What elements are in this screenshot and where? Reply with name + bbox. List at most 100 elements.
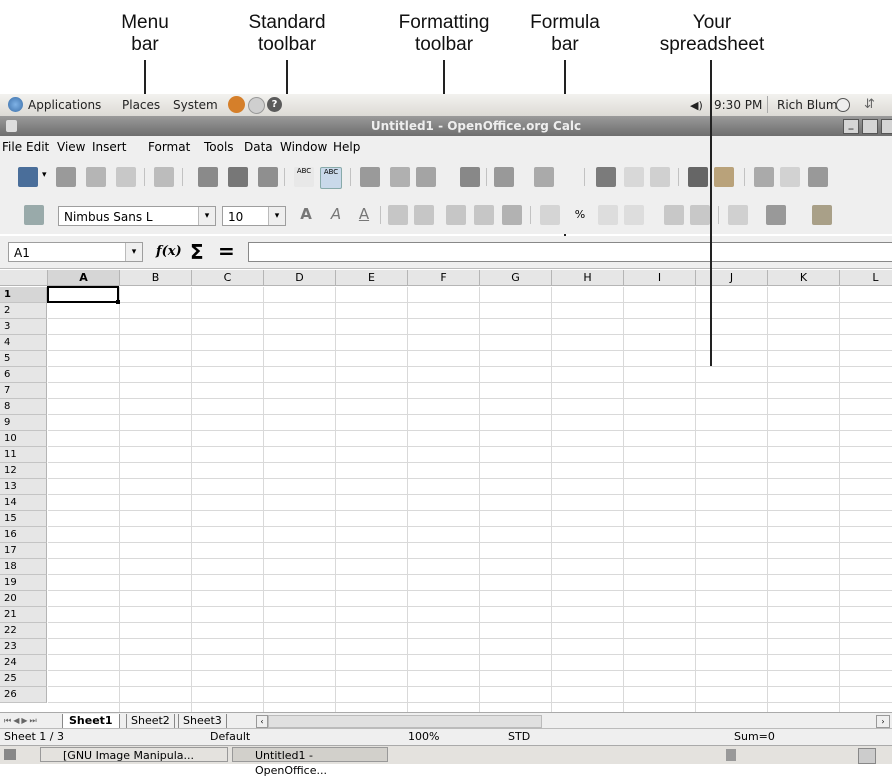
menu-insert[interactable]: Insert xyxy=(92,140,126,154)
email-document-icon[interactable] xyxy=(116,167,136,187)
percent-format-icon[interactable]: % xyxy=(570,205,590,225)
spellcheck-icon[interactable]: ABC xyxy=(294,167,314,187)
delete-decimal-icon[interactable] xyxy=(624,205,644,225)
formula-input[interactable] xyxy=(248,242,892,262)
minimize-icon[interactable]: _ xyxy=(843,119,859,134)
undo-icon[interactable] xyxy=(494,167,514,187)
column-header-d[interactable]: D xyxy=(264,270,336,286)
menu-file[interactable]: File xyxy=(2,140,22,154)
column-header-b[interactable]: B xyxy=(120,270,192,286)
maximize-icon[interactable] xyxy=(862,119,878,134)
print-preview-icon[interactable] xyxy=(258,167,278,187)
row-header-19[interactable]: 19 xyxy=(0,575,47,591)
menu-tools[interactable]: Tools xyxy=(204,140,234,154)
copy-icon[interactable] xyxy=(390,167,410,187)
row-header-20[interactable]: 20 xyxy=(0,591,47,607)
align-center-icon[interactable] xyxy=(414,205,434,225)
row-header-24[interactable]: 24 xyxy=(0,655,47,671)
row-header-15[interactable]: 15 xyxy=(0,511,47,527)
row-header-23[interactable]: 23 xyxy=(0,639,47,655)
row-header-11[interactable]: 11 xyxy=(0,447,47,463)
column-header-c[interactable]: C xyxy=(192,270,264,286)
redo-icon[interactable] xyxy=(534,167,554,187)
column-header-h[interactable]: H xyxy=(552,270,624,286)
navigator-icon[interactable] xyxy=(780,167,800,187)
row-header-4[interactable]: 4 xyxy=(0,335,47,351)
web-browser-icon[interactable] xyxy=(228,96,245,113)
scroll-left-icon[interactable]: ‹ xyxy=(256,715,268,728)
panel-places-menu[interactable]: Places xyxy=(122,98,160,112)
justify-icon[interactable] xyxy=(474,205,494,225)
scroll-right-icon[interactable]: › xyxy=(876,715,890,728)
row-header-25[interactable]: 25 xyxy=(0,671,47,687)
align-right-icon[interactable] xyxy=(446,205,466,225)
row-header-9[interactable]: 9 xyxy=(0,415,47,431)
tab-sheet2[interactable]: Sheet2 xyxy=(126,714,175,729)
row-header-22[interactable]: 22 xyxy=(0,623,47,639)
row-header-18[interactable]: 18 xyxy=(0,559,47,575)
decrease-indent-icon[interactable] xyxy=(664,205,684,225)
column-header-j[interactable]: J xyxy=(696,270,768,286)
taskbar-openoffice[interactable]: Untitled1 - OpenOffice... xyxy=(232,747,388,777)
chevron-down-icon[interactable]: ▾ xyxy=(125,243,142,261)
paste-icon[interactable] xyxy=(416,167,436,187)
menu-window[interactable]: Window xyxy=(280,140,327,154)
active-cell[interactable] xyxy=(47,286,119,303)
help-icon[interactable]: ? xyxy=(267,97,282,112)
window-titlebar[interactable]: Untitled1 - OpenOffice.org Calc _ xyxy=(0,116,892,136)
sum-icon[interactable]: Σ xyxy=(190,240,204,264)
row-header-12[interactable]: 12 xyxy=(0,463,47,479)
menu-format[interactable]: Format xyxy=(148,140,190,154)
bold-icon[interactable]: A xyxy=(296,205,316,225)
row-header-10[interactable]: 10 xyxy=(0,431,47,447)
chevron-down-icon[interactable]: ▾ xyxy=(268,207,285,225)
panel-clock[interactable]: 9:30 PM xyxy=(714,98,762,112)
row-header-26[interactable]: 26 xyxy=(0,687,47,703)
row-header-5[interactable]: 5 xyxy=(0,351,47,367)
column-header-i[interactable]: I xyxy=(624,270,696,286)
column-header-f[interactable]: F xyxy=(408,270,480,286)
close-icon[interactable] xyxy=(881,119,892,134)
status-selection-mode[interactable]: STD xyxy=(508,730,530,743)
hyperlink-icon[interactable] xyxy=(596,167,616,187)
merge-cells-icon[interactable] xyxy=(502,205,522,225)
column-header-a[interactable]: A xyxy=(48,270,120,286)
styles-formatting-icon[interactable] xyxy=(24,205,44,225)
panel-user[interactable]: Rich Blum xyxy=(777,98,838,112)
format-paintbrush-icon[interactable] xyxy=(460,167,480,187)
email-client-icon[interactable] xyxy=(248,97,265,114)
horizontal-scrollbar[interactable] xyxy=(268,715,542,728)
sort-ascending-icon[interactable] xyxy=(624,167,644,187)
status-zoom[interactable]: 100% xyxy=(408,730,439,743)
cut-icon[interactable] xyxy=(360,167,380,187)
row-header-2[interactable]: 2 xyxy=(0,303,47,319)
chart-icon[interactable] xyxy=(688,167,708,187)
find-replace-icon[interactable] xyxy=(754,167,774,187)
column-header-g[interactable]: G xyxy=(480,270,552,286)
row-header-6[interactable]: 6 xyxy=(0,367,47,383)
volume-icon[interactable]: ◀) xyxy=(690,99,703,112)
font-color-icon[interactable] xyxy=(812,205,832,225)
taskbar-gimp[interactable]: [GNU Image Manipula... xyxy=(40,747,228,762)
row-header-14[interactable]: 14 xyxy=(0,495,47,511)
tab-sheet1[interactable]: Sheet1 xyxy=(62,714,120,729)
show-desktop-icon[interactable] xyxy=(4,749,16,760)
row-header-21[interactable]: 21 xyxy=(0,607,47,623)
function-icon[interactable]: = xyxy=(218,239,235,263)
panel-applications-menu[interactable]: Applications xyxy=(28,98,101,112)
chevron-down-icon[interactable]: ▾ xyxy=(198,207,215,225)
workspace-switcher[interactable] xyxy=(858,748,876,764)
new-document-icon[interactable] xyxy=(18,167,38,187)
fill-handle[interactable] xyxy=(116,300,120,304)
add-decimal-icon[interactable] xyxy=(598,205,618,225)
row-header-7[interactable]: 7 xyxy=(0,383,47,399)
select-all-corner[interactable] xyxy=(0,270,48,286)
borders-icon[interactable] xyxy=(728,205,748,225)
name-box[interactable]: A1 ▾ xyxy=(8,242,143,262)
font-name-combo[interactable]: Nimbus Sans L ▾ xyxy=(58,206,216,226)
edit-file-icon[interactable] xyxy=(154,167,174,187)
column-header-e[interactable]: E xyxy=(336,270,408,286)
panel-system-menu[interactable]: System xyxy=(173,98,218,112)
background-color-icon[interactable] xyxy=(766,205,786,225)
autospellcheck-icon[interactable]: ABC xyxy=(320,167,342,189)
